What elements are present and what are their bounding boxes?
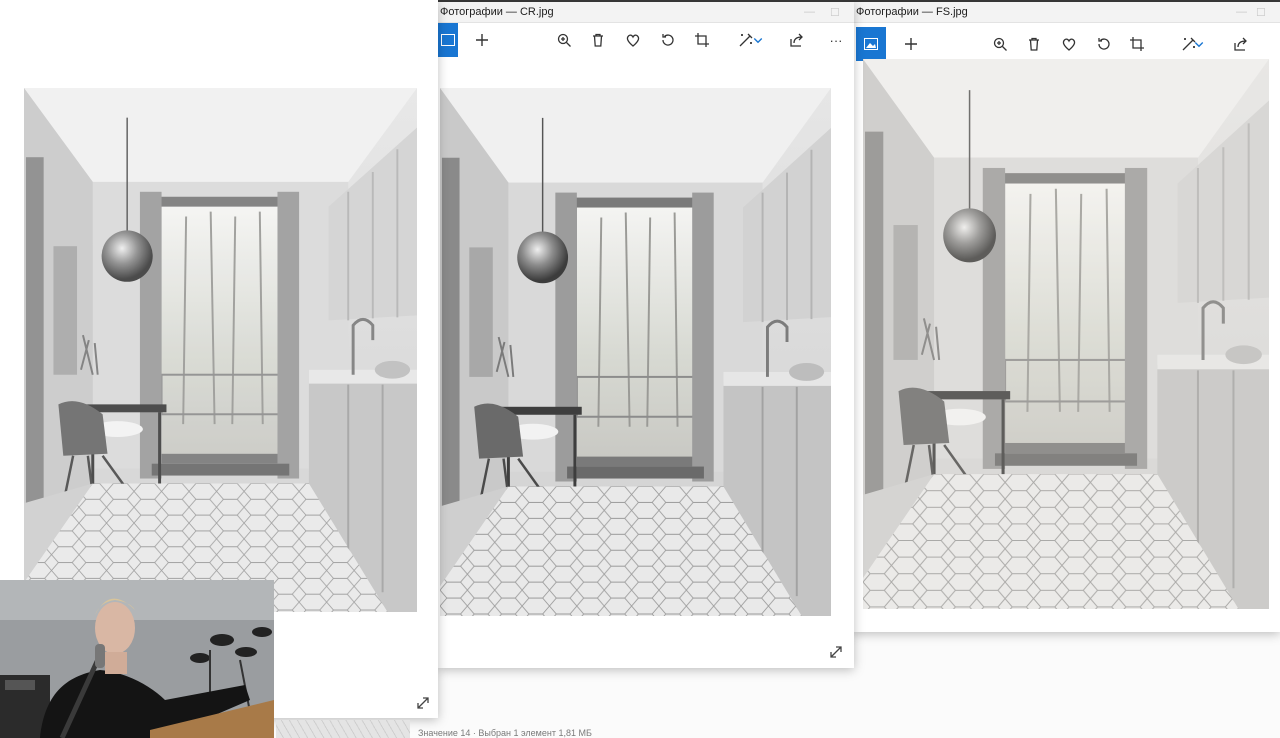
share-icon[interactable] [784, 28, 808, 52]
window-title: Фотографии — CR.jpg [440, 6, 554, 18]
image-app-icon[interactable] [438, 23, 458, 57]
webcam-overlay [0, 580, 274, 738]
minimize-icon[interactable]: — [1236, 6, 1247, 18]
add-icon[interactable] [470, 28, 494, 52]
photo-cr[interactable] [440, 88, 831, 616]
delete-icon[interactable] [1022, 32, 1046, 56]
maximize-icon[interactable]: ☐ [1256, 6, 1266, 19]
minimize-icon[interactable]: — [804, 6, 815, 18]
crop-icon[interactable] [1125, 32, 1149, 56]
zoom-icon[interactable] [988, 32, 1012, 56]
status-bar-text: Значение 14 · Выбран 1 элемент 1,81 МБ [418, 728, 592, 738]
rotate-icon[interactable] [1092, 32, 1116, 56]
zoom-icon[interactable] [552, 28, 576, 52]
delete-icon[interactable] [586, 28, 610, 52]
expand-icon[interactable] [827, 643, 845, 661]
chevron-down-icon[interactable] [752, 28, 764, 52]
photo-original[interactable] [24, 88, 417, 612]
chevron-down-icon[interactable] [1193, 32, 1205, 56]
window-title: Фотографии — FS.jpg [856, 6, 968, 18]
more-icon[interactable]: ··· [824, 28, 848, 52]
share-icon[interactable] [1228, 32, 1252, 56]
favorite-icon[interactable] [1057, 32, 1081, 56]
crop-icon[interactable] [690, 28, 714, 52]
photo-fs[interactable] [863, 59, 1269, 609]
favorite-icon[interactable] [621, 28, 645, 52]
toolbar [852, 26, 1280, 62]
toolbar: ··· [438, 22, 854, 58]
maximize-icon[interactable]: ☐ [830, 6, 840, 19]
photos-window-fs[interactable]: Фотографии — FS.jpg — ☐ [852, 2, 1280, 632]
title-bar[interactable]: Фотографии — CR.jpg — ☐ [438, 2, 854, 23]
title-bar[interactable]: Фотографии — FS.jpg — ☐ [852, 2, 1280, 23]
rotate-icon[interactable] [656, 28, 680, 52]
photos-window-cr[interactable]: Фотографии — CR.jpg — ☐ ··· [438, 2, 854, 668]
expand-icon[interactable] [414, 694, 432, 712]
image-app-icon[interactable] [856, 27, 886, 61]
floor-preview-strip [276, 720, 410, 738]
add-icon[interactable] [899, 32, 923, 56]
